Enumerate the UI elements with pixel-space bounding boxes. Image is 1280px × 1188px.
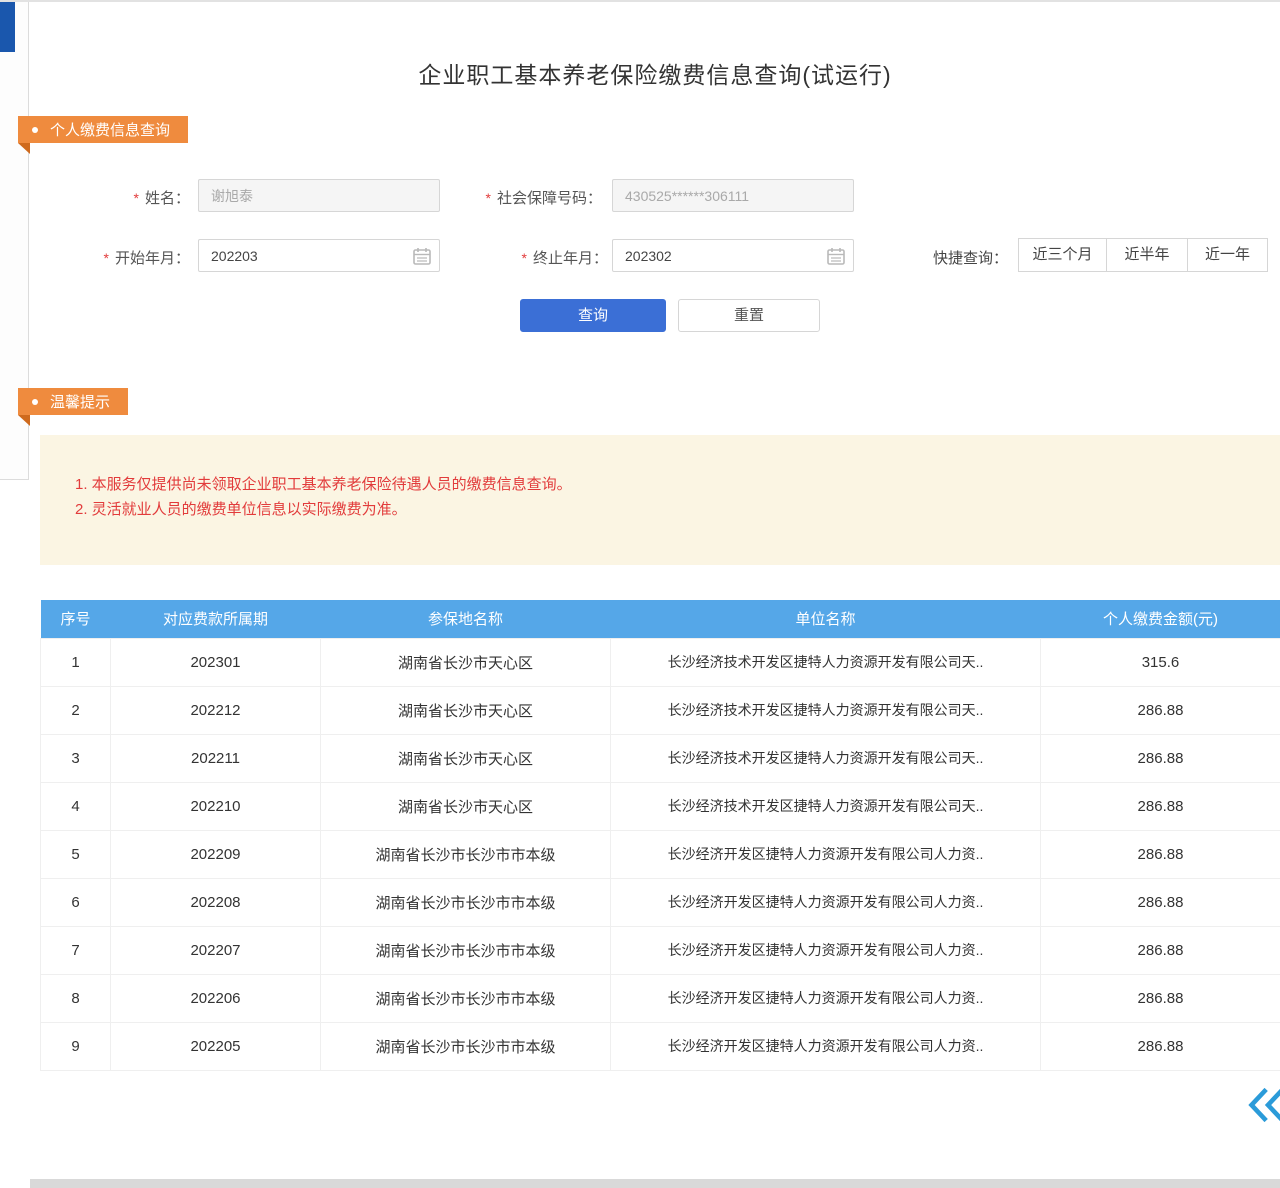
table-row: 4 202210 湖南省长沙市天心区 长沙经济技术开发区捷特人力资源开发有限公司… [41, 782, 1280, 830]
cell-seq: 9 [41, 1022, 111, 1070]
pension-query-page: 企业职工基本养老保险缴费信息查询(试运行) 个人缴费信息查询 *姓名： *社会保… [0, 0, 1280, 1188]
cell-period: 202211 [111, 734, 321, 782]
end-date-label: *终止年月： [490, 247, 608, 268]
cell-period: 202205 [111, 1022, 321, 1070]
section-badge-tips: 温馨提示 [18, 388, 128, 415]
start-date-field[interactable] [198, 239, 440, 272]
cell-amount: 286.88 [1041, 782, 1280, 830]
cell-insured-place: 湖南省长沙市长沙市市本级 [321, 926, 611, 974]
section-badge-label: 个人缴费信息查询 [50, 119, 170, 140]
section-badge-personal-query: 个人缴费信息查询 [18, 116, 188, 143]
bottom-scroll-track[interactable] [30, 1179, 1280, 1188]
quick-btn-half-year[interactable]: 近半年 [1106, 238, 1188, 272]
quick-btn-one-year[interactable]: 近一年 [1187, 238, 1268, 272]
cell-insured-place: 湖南省长沙市天心区 [321, 686, 611, 734]
cell-period: 202209 [111, 830, 321, 878]
cell-period: 202206 [111, 974, 321, 1022]
top-divider [0, 0, 1280, 2]
cell-amount: 286.88 [1041, 926, 1280, 974]
table-row: 3 202211 湖南省长沙市天心区 长沙经济技术开发区捷特人力资源开发有限公司… [41, 734, 1280, 782]
table-row: 5 202209 湖南省长沙市长沙市市本级 长沙经济开发区捷特人力资源开发有限公… [41, 830, 1280, 878]
cell-period: 202212 [111, 686, 321, 734]
col-header-period: 对应费款所属期 [111, 600, 321, 638]
cell-amount: 286.88 [1041, 686, 1280, 734]
cell-insured-place: 湖南省长沙市天心区 [321, 782, 611, 830]
name-field [198, 179, 440, 212]
double-left-chevron-icon[interactable] [1246, 1082, 1280, 1128]
ssn-field [612, 179, 854, 212]
bullet-dot-icon [32, 399, 38, 405]
cell-employer: 长沙经济技术开发区捷特人力资源开发有限公司天.. [611, 782, 1041, 830]
cell-employer: 长沙经济开发区捷特人力资源开发有限公司人力资.. [611, 926, 1041, 974]
end-date-field[interactable] [612, 239, 854, 272]
cell-amount: 286.88 [1041, 974, 1280, 1022]
cell-insured-place: 湖南省长沙市天心区 [321, 638, 611, 686]
cell-employer: 长沙经济开发区捷特人力资源开发有限公司人力资.. [611, 974, 1041, 1022]
start-date-label: *开始年月： [72, 247, 190, 268]
cell-seq: 8 [41, 974, 111, 1022]
cell-period: 202207 [111, 926, 321, 974]
badge-fold [18, 415, 30, 426]
ssn-label: *社会保障号码： [440, 187, 602, 208]
required-asterisk: * [134, 190, 139, 206]
tips-line-2: 2. 灵活就业人员的缴费单位信息以实际缴费为准。 [75, 498, 407, 519]
cell-employer: 长沙经济开发区捷特人力资源开发有限公司人力资.. [611, 1022, 1041, 1070]
cell-employer: 长沙经济技术开发区捷特人力资源开发有限公司天.. [611, 686, 1041, 734]
cell-seq: 6 [41, 878, 111, 926]
col-header-employer: 单位名称 [611, 600, 1041, 638]
cell-seq: 4 [41, 782, 111, 830]
cell-employer: 长沙经济开发区捷特人力资源开发有限公司人力资.. [611, 830, 1041, 878]
table-row: 9 202205 湖南省长沙市长沙市市本级 长沙经济开发区捷特人力资源开发有限公… [41, 1022, 1280, 1070]
cell-amount: 286.88 [1041, 878, 1280, 926]
cell-insured-place: 湖南省长沙市天心区 [321, 734, 611, 782]
payment-records-table: 序号 对应费款所属期 参保地名称 单位名称 个人缴费金额(元) 1 202301… [40, 600, 1280, 1071]
cell-seq: 5 [41, 830, 111, 878]
cell-seq: 1 [41, 638, 111, 686]
page-title: 企业职工基本养老保险缴费信息查询(试运行) [30, 56, 1280, 90]
quick-query-label: 快捷查询： [933, 247, 1008, 268]
cell-amount: 286.88 [1041, 1022, 1280, 1070]
cell-amount: 286.88 [1041, 734, 1280, 782]
calendar-icon[interactable] [826, 246, 846, 266]
cell-employer: 长沙经济开发区捷特人力资源开发有限公司人力资.. [611, 878, 1041, 926]
calendar-icon[interactable] [412, 246, 432, 266]
cell-insured-place: 湖南省长沙市长沙市市本级 [321, 878, 611, 926]
cell-insured-place: 湖南省长沙市长沙市市本级 [321, 1022, 611, 1070]
cell-period: 202208 [111, 878, 321, 926]
tips-line-1: 1. 本服务仅提供尚未领取企业职工基本养老保险待遇人员的缴费信息查询。 [75, 473, 572, 494]
required-asterisk: * [104, 250, 109, 266]
sidebar-blue-tab[interactable] [0, 2, 15, 52]
name-label: *姓名： [100, 187, 190, 208]
col-header-seq: 序号 [41, 600, 111, 638]
table-header-row: 序号 对应费款所属期 参保地名称 单位名称 个人缴费金额(元) [41, 600, 1280, 638]
cell-seq: 2 [41, 686, 111, 734]
cell-employer: 长沙经济技术开发区捷特人力资源开发有限公司天.. [611, 638, 1041, 686]
cell-seq: 7 [41, 926, 111, 974]
cell-amount: 286.88 [1041, 830, 1280, 878]
table-row: 7 202207 湖南省长沙市长沙市市本级 长沙经济开发区捷特人力资源开发有限公… [41, 926, 1280, 974]
table-row: 2 202212 湖南省长沙市天心区 长沙经济技术开发区捷特人力资源开发有限公司… [41, 686, 1280, 734]
required-asterisk: * [522, 250, 527, 266]
cell-insured-place: 湖南省长沙市长沙市市本级 [321, 830, 611, 878]
cell-period: 202301 [111, 638, 321, 686]
bullet-dot-icon [32, 127, 38, 133]
query-button[interactable]: 查询 [520, 299, 666, 332]
col-header-insured-place: 参保地名称 [321, 600, 611, 638]
required-asterisk: * [486, 190, 491, 206]
table-row: 1 202301 湖南省长沙市天心区 长沙经济技术开发区捷特人力资源开发有限公司… [41, 638, 1280, 686]
cell-amount: 315.6 [1041, 638, 1280, 686]
col-header-amount: 个人缴费金额(元) [1041, 600, 1280, 638]
table-row: 6 202208 湖南省长沙市长沙市市本级 长沙经济开发区捷特人力资源开发有限公… [41, 878, 1280, 926]
table-row: 8 202206 湖南省长沙市长沙市市本级 长沙经济开发区捷特人力资源开发有限公… [41, 974, 1280, 1022]
reset-button[interactable]: 重置 [678, 299, 820, 332]
cell-employer: 长沙经济技术开发区捷特人力资源开发有限公司天.. [611, 734, 1041, 782]
tips-badge-label: 温馨提示 [50, 391, 110, 412]
cell-period: 202210 [111, 782, 321, 830]
badge-fold [18, 143, 30, 154]
cell-insured-place: 湖南省长沙市长沙市市本级 [321, 974, 611, 1022]
cell-seq: 3 [41, 734, 111, 782]
quick-btn-3-months[interactable]: 近三个月 [1018, 238, 1107, 272]
